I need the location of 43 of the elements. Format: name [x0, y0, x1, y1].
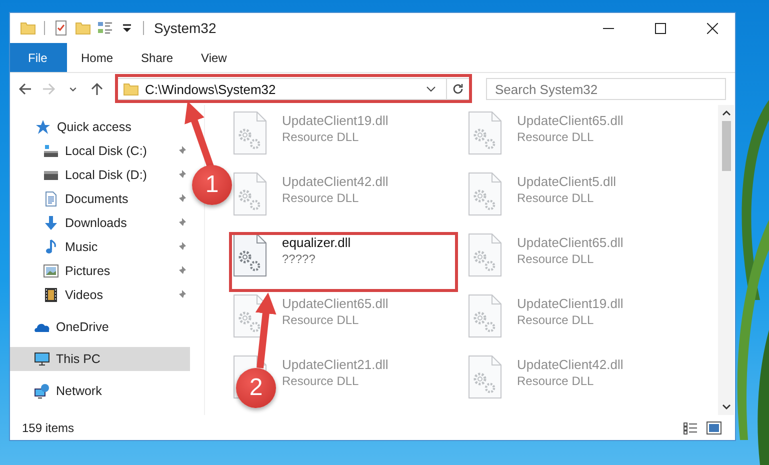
file-item[interactable]: equalizer.dll ????? [282, 233, 351, 266]
file-name: UpdateClient19.dll [517, 296, 624, 311]
file-type: Resource DLL [282, 130, 360, 144]
nav-item[interactable]: Network [10, 379, 190, 403]
nav-item[interactable]: Documents [10, 187, 190, 211]
address-path: C:\Windows\System32 [145, 82, 277, 96]
nav-item[interactable]: OneDrive [10, 315, 190, 339]
file-name: UpdateClient21.dll [282, 357, 388, 372]
file-type: Resource DLL [282, 374, 360, 388]
ribbon-tab[interactable]: View [187, 43, 241, 72]
file-name: UpdateClient42.dll [517, 357, 624, 372]
nav-item[interactable]: Music [10, 235, 190, 259]
ribbon-tab[interactable]: Share [127, 43, 188, 72]
file-menu-tab[interactable]: File [10, 43, 67, 72]
file-type: Resource DLL [517, 252, 595, 266]
file-name: UpdateClient5.dll [517, 174, 616, 189]
nav-item[interactable]: Quick access [10, 115, 190, 139]
file-type: Resource DLL [517, 374, 595, 388]
file-type: Resource DLL [282, 313, 360, 327]
nav-item[interactable]: Local Disk (C:) [10, 139, 190, 163]
step-badge: 2 [236, 368, 276, 408]
step-badge: 1 [192, 165, 232, 205]
file-type: ????? [282, 252, 316, 266]
nav-item[interactable]: Pictures [10, 259, 190, 283]
file-name: UpdateClient19.dll [282, 113, 388, 128]
file-type: Resource DLL [282, 191, 360, 205]
file-name: UpdateClient65.dll [282, 296, 388, 311]
item-count: 159 items [22, 420, 74, 434]
file-name: UpdateClient65.dll [517, 113, 624, 128]
nav-item[interactable]: Downloads [10, 211, 190, 235]
file-type: Resource DLL [517, 130, 595, 144]
nav-item[interactable]: Local Disk (D:) [10, 163, 190, 187]
ribbon-tab[interactable]: Home [67, 43, 128, 72]
search-field[interactable]: Search System32 [486, 78, 726, 100]
file-type: Resource DLL [517, 313, 595, 327]
nav-item[interactable]: Videos [10, 283, 190, 307]
file-name: UpdateClient42.dll [282, 174, 388, 189]
file-type: Resource DLL [517, 191, 595, 205]
file-name: UpdateClient65.dll [517, 235, 624, 250]
nav-item[interactable]: This PC [10, 347, 190, 371]
address-bar[interactable]: C:\Windows\System32 [116, 78, 470, 100]
window-title: System32 [154, 20, 216, 36]
file-name: equalizer.dll [282, 235, 351, 250]
